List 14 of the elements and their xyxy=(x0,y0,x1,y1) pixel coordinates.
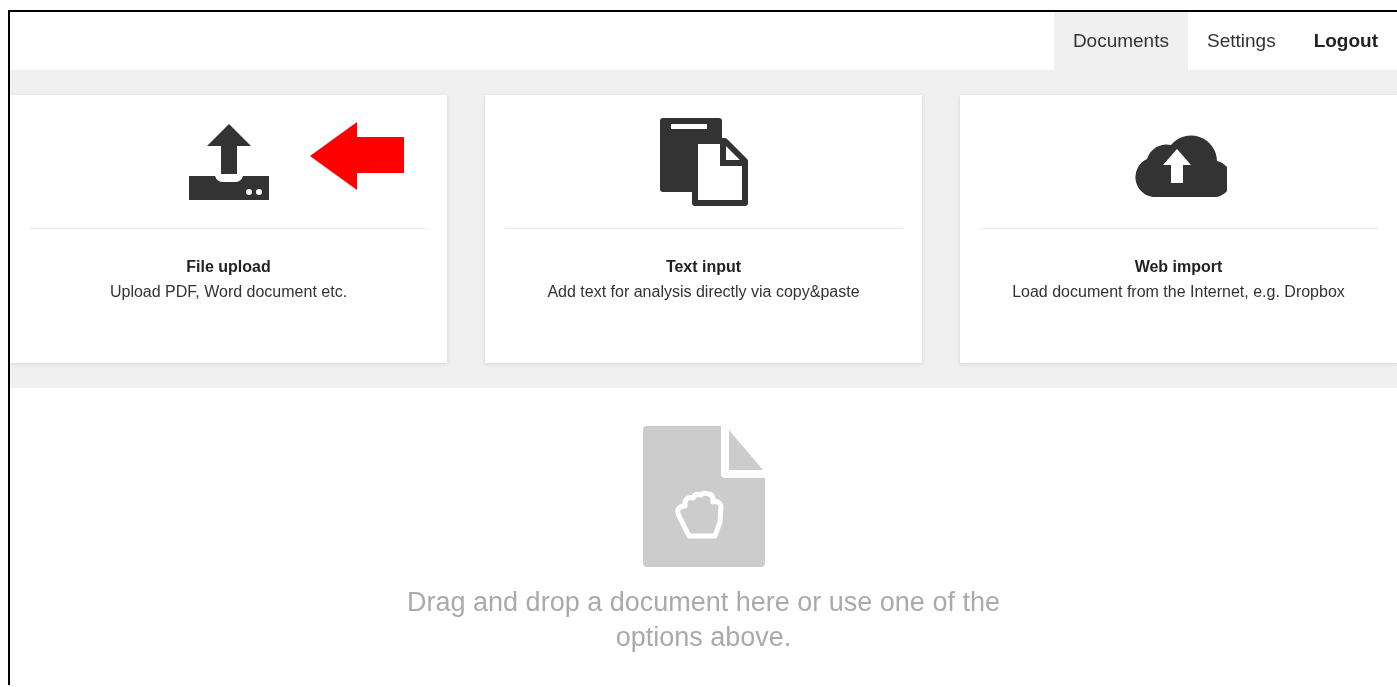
card-description: Load document from the Internet, e.g. Dropbox xyxy=(1012,283,1345,301)
card-title: Web import xyxy=(1134,258,1223,276)
option-card[interactable]: Text input Add text for analysis directly via copy&paste xyxy=(485,95,922,363)
dropzone-message: Drag and drop a document here or use one of the options above. xyxy=(406,586,1001,654)
card-title: Text input xyxy=(665,258,742,276)
card-title: File upload xyxy=(186,258,271,276)
card-description: Upload PDF, Word document etc. xyxy=(109,283,348,301)
card-description: Add text for analysis directly via copy&paste xyxy=(547,283,860,301)
file-drop-icon xyxy=(642,426,765,567)
nav-tab[interactable]: Documents xyxy=(1053,12,1188,70)
option-card[interactable]: File upload Upload PDF, Word document etc. xyxy=(10,95,447,363)
upload-icon xyxy=(186,121,271,202)
option-card[interactable]: Web import Load document from the Internet, e.g. Dropbox xyxy=(960,95,1397,363)
documents-icon xyxy=(658,116,749,207)
